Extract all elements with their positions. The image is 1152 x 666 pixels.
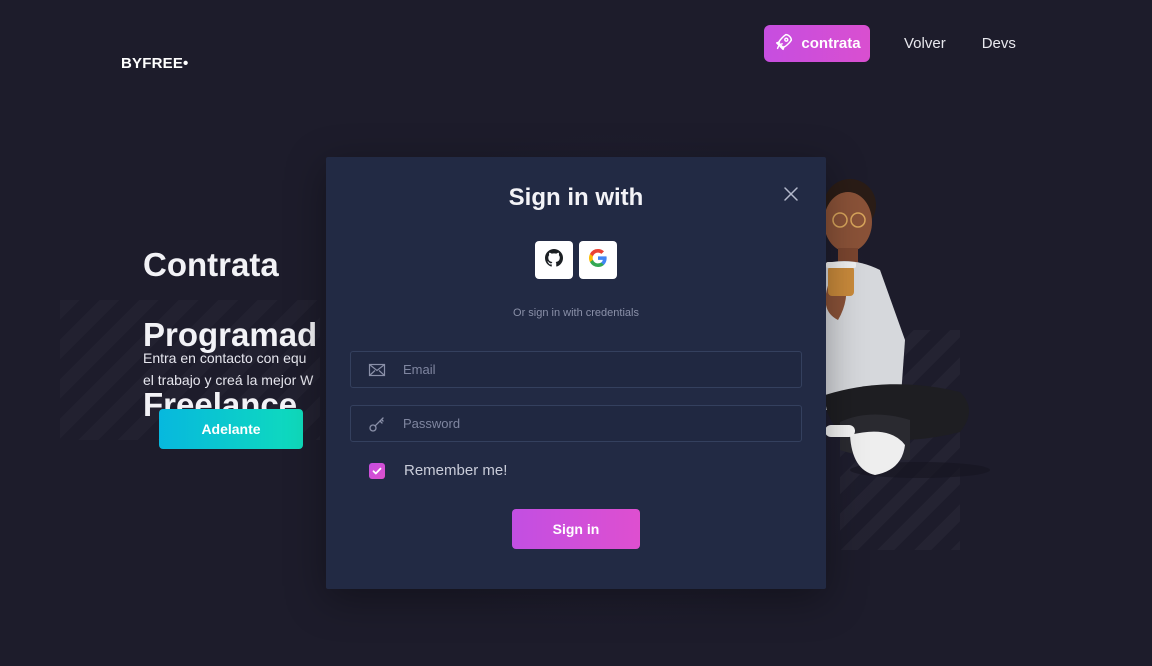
- social-login: [535, 241, 617, 279]
- password-input[interactable]: [403, 416, 801, 431]
- hero-text-line: el trabajo y creá la mejor W: [143, 372, 314, 388]
- rocket-icon: [773, 31, 795, 57]
- hero-text-line: Entra en contacto con equ: [143, 350, 307, 366]
- hero-title-line: Contrata: [143, 246, 279, 283]
- hero-description: Entra en contacto con equ el trabajo y c…: [143, 347, 333, 391]
- password-field[interactable]: [350, 405, 802, 442]
- close-icon[interactable]: [782, 185, 800, 203]
- credentials-divider-text: Or sign in with credentials: [513, 307, 639, 319]
- remember-me-checkbox[interactable]: [369, 462, 385, 479]
- github-login-button[interactable]: [535, 241, 573, 279]
- sign-in-modal: Sign in with Or sign in with credentials: [326, 157, 826, 589]
- email-field[interactable]: [350, 351, 802, 388]
- remember-me-label: Remember me!: [404, 462, 508, 479]
- remember-me: Remember me!: [369, 462, 507, 479]
- google-login-button[interactable]: [579, 241, 617, 279]
- github-icon: [545, 249, 563, 271]
- contrata-button[interactable]: contrata: [764, 25, 870, 62]
- sign-in-button[interactable]: Sign in: [512, 509, 640, 549]
- google-icon: [589, 249, 607, 271]
- modal-title: Sign in with: [508, 184, 644, 211]
- brand-logo[interactable]: BYFREE•: [121, 55, 189, 72]
- email-input[interactable]: [403, 362, 801, 377]
- top-nav: contrata Volver Devs: [764, 25, 1016, 62]
- mail-icon: [351, 361, 403, 379]
- key-icon: [351, 415, 403, 433]
- adelante-button[interactable]: Adelante: [159, 409, 303, 449]
- nav-link-volver[interactable]: Volver: [904, 35, 946, 52]
- contrata-label: contrata: [801, 35, 861, 52]
- nav-link-devs[interactable]: Devs: [982, 35, 1016, 52]
- character-illustration: [810, 170, 990, 490]
